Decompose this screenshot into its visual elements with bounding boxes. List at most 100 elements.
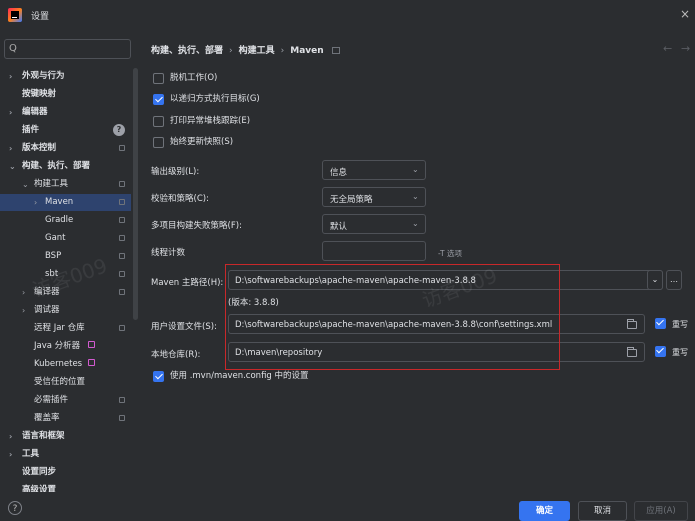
maven-home-browse-button[interactable]: …	[666, 270, 682, 290]
sidebar-item-label: 调试器	[34, 305, 60, 315]
sidebar-item-tools[interactable]: › 工具	[0, 446, 131, 463]
thread-count-input[interactable]	[322, 241, 426, 261]
sidebar-item-debugger[interactable]: › 调试器	[0, 302, 131, 319]
sidebar-scrollbar[interactable]	[133, 68, 138, 320]
chevron-right-icon: ›	[22, 306, 26, 315]
sidebar-item-keymap[interactable]: 按键映射	[0, 86, 131, 103]
sidebar-item-label: 受信任的位置	[34, 377, 86, 387]
sidebar-item-label: 构建、执行、部署	[22, 161, 91, 171]
project-level-icon	[119, 289, 125, 295]
sidebar-item-appearance[interactable]: › 外观与行为	[0, 68, 131, 85]
sidebar-item-vcs[interactable]: › 版本控制	[0, 140, 131, 157]
failure-policy-select[interactable]: 默认 ⌄	[322, 214, 426, 234]
input-value: D:\softwarebackups\apache-maven\apache-m…	[235, 320, 553, 330]
input-value: D:\maven\repository	[235, 348, 323, 358]
sidebar-item-languages[interactable]: › 语言和框架	[0, 428, 131, 445]
select-value: 信息	[330, 168, 348, 178]
chevron-down-icon: ⌄	[22, 180, 29, 189]
sidebar-item-label: 构建工具	[34, 179, 69, 189]
checksum-policy-select[interactable]: 无全局策略 ⌄	[322, 187, 426, 207]
sidebar-item-label: 覆盖率	[34, 413, 60, 423]
local-repo-override-checkbox[interactable]	[655, 346, 666, 357]
failure-policy-label: 多项目构建失败策略(F):	[151, 221, 242, 231]
lock-icon	[88, 359, 95, 366]
window-title: 设置	[31, 12, 50, 22]
checkbox-box[interactable]	[153, 94, 164, 105]
sidebar-item-trusted-locations[interactable]: 受信任的位置	[0, 374, 131, 391]
project-level-icon	[119, 415, 125, 421]
project-level-icon	[119, 217, 125, 223]
chevron-right-icon: ›	[9, 144, 13, 153]
select-value: 默认	[330, 222, 348, 232]
checkbox-box[interactable]	[153, 137, 164, 148]
project-level-icon	[331, 47, 340, 54]
checkbox-box[interactable]	[153, 371, 164, 382]
sidebar-item-build-exec-deploy[interactable]: ⌄ 构建、执行、部署	[0, 158, 131, 175]
breadcrumb-item: 构建工具	[238, 46, 275, 56]
apply-button[interactable]: 应用(A)	[634, 501, 688, 521]
close-icon[interactable]: ×	[680, 7, 690, 21]
project-level-icon	[119, 271, 125, 277]
help-button[interactable]: ?	[8, 501, 22, 515]
lock-icon	[88, 341, 95, 348]
output-level-select[interactable]: 信息 ⌄	[322, 160, 426, 180]
breadcrumb-separator: ›	[280, 46, 285, 56]
search-icon: Q	[9, 43, 17, 54]
sidebar-item-maven[interactable]: › Maven	[0, 194, 131, 211]
user-settings-label: 用户设置文件(S):	[151, 322, 217, 332]
sidebar-item-gradle[interactable]: Gradle	[0, 212, 131, 229]
chevron-down-icon: ⌄	[412, 192, 419, 201]
maven-version-text: (版本: 3.8.8)	[228, 298, 279, 308]
project-level-icon	[119, 253, 125, 259]
sidebar-item-editor[interactable]: › 编辑器	[0, 104, 131, 121]
sidebar-item-coverage[interactable]: 覆盖率	[0, 410, 131, 427]
sidebar-item-label: Maven	[45, 197, 74, 207]
forward-arrow-icon[interactable]: →	[681, 42, 690, 55]
sidebar-item-required-plugins[interactable]: 必需插件	[0, 392, 131, 409]
sidebar-item-label: 插件	[22, 125, 40, 135]
output-level-label: 输出级别(L):	[151, 167, 200, 177]
title-bar: 设置 ×	[0, 0, 695, 30]
sidebar-item-build-tools[interactable]: ⌄ 构建工具	[0, 176, 131, 193]
settings-search-input[interactable]: Q	[4, 39, 131, 59]
checkbox-box[interactable]	[153, 116, 164, 127]
chevron-right-icon: ›	[22, 288, 26, 297]
sidebar-item-java-profiler[interactable]: Java 分析器	[0, 338, 131, 355]
folder-icon[interactable]	[627, 319, 637, 329]
sidebar-item-gant[interactable]: Gant	[0, 230, 131, 247]
maven-home-dropdown-button[interactable]: ⌄	[647, 270, 663, 290]
project-level-icon	[119, 199, 125, 205]
checkbox-label: 脱机工作(O)	[170, 73, 218, 83]
ok-button[interactable]: 确定	[519, 501, 570, 521]
cancel-button[interactable]: 取消	[578, 501, 627, 521]
user-settings-input[interactable]: D:\softwarebackups\apache-maven\apache-m…	[228, 314, 645, 334]
chevron-down-icon: ⌄	[9, 162, 16, 171]
sidebar-item-label: 按键映射	[22, 89, 57, 99]
checkbox-label: 始终更新快照(S)	[170, 137, 234, 147]
intellij-logo-icon	[8, 8, 22, 22]
local-repo-label: 本地仓库(R):	[151, 350, 201, 360]
sidebar-item-label: 远程 Jar 仓库	[34, 323, 85, 333]
breadcrumb-separator: ›	[229, 46, 233, 56]
project-level-icon	[119, 397, 125, 403]
thread-count-hint: -T 选项	[438, 249, 462, 258]
chevron-right-icon: ›	[9, 450, 13, 459]
sidebar-item-label: Java 分析器	[34, 341, 81, 351]
local-repo-input[interactable]: D:\maven\repository	[228, 342, 645, 362]
project-level-icon	[119, 235, 125, 241]
checkbox-box[interactable]	[153, 73, 164, 84]
project-level-icon	[119, 325, 125, 331]
project-level-icon	[119, 145, 125, 151]
chevron-down-icon: ⌄	[412, 165, 419, 174]
sidebar-item-label: Kubernetes	[34, 359, 83, 369]
back-arrow-icon[interactable]: ←	[663, 42, 672, 55]
project-level-icon	[119, 181, 125, 187]
folder-icon[interactable]	[627, 347, 637, 357]
checkbox-label: 打印异常堆栈跟踪(E)	[170, 116, 251, 126]
sidebar-item-kubernetes[interactable]: Kubernetes	[0, 356, 131, 373]
sidebar-item-remote-jar[interactable]: 远程 Jar 仓库	[0, 320, 131, 337]
user-settings-override-checkbox[interactable]	[655, 318, 666, 329]
sidebar-item-settings-sync[interactable]: 设置同步	[0, 464, 131, 481]
sidebar-item-label: 设置同步	[22, 467, 57, 477]
sidebar-item-plugins[interactable]: 插件 ?	[0, 122, 131, 139]
